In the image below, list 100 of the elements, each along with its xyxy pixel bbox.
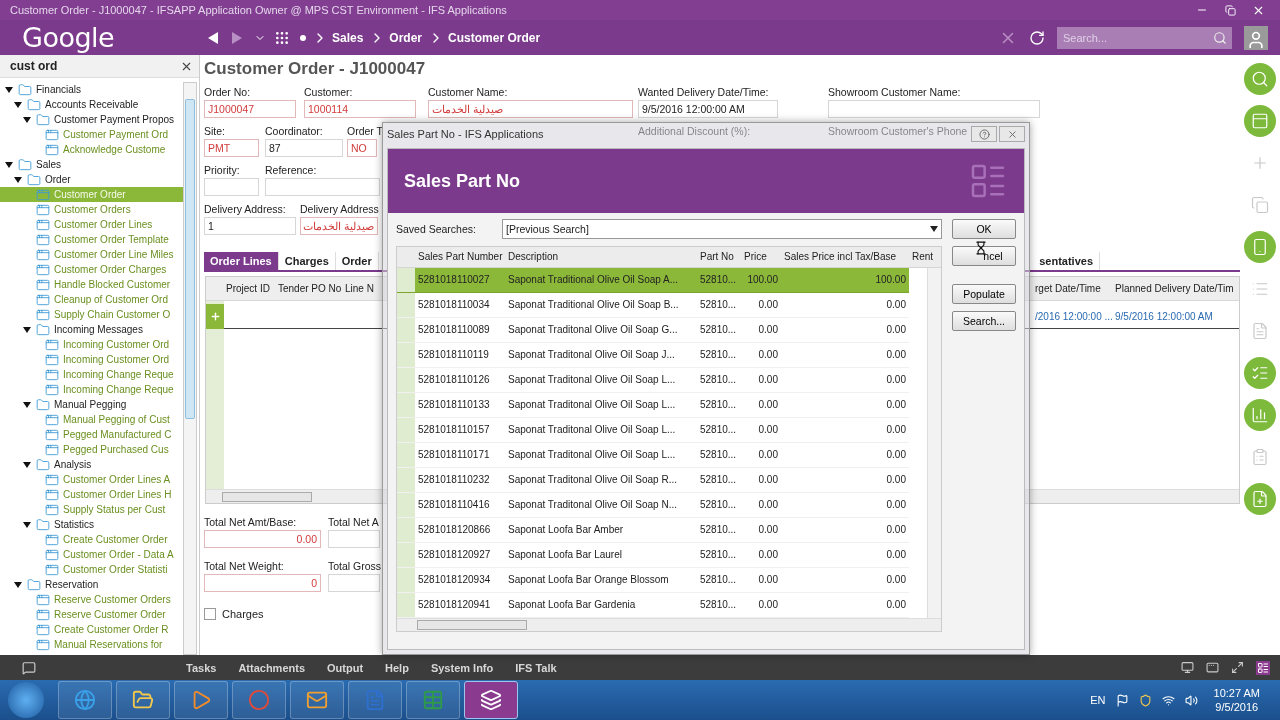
- table-row[interactable]: 5281018110027 Saponat Traditional Olive Oil Soap A... 52810... 100.00 100.00: [397, 267, 909, 293]
- tree-item[interactable]: Manual Pegging: [0, 397, 183, 412]
- expand-arrow-icon[interactable]: [22, 399, 32, 410]
- folder-icon[interactable]: [132, 689, 154, 711]
- table-row[interactable]: 5281018110171 Saponat Traditonal Olive Oil Soap L... 52810... 0.00 0.00: [397, 442, 909, 468]
- search-icon[interactable]: [1251, 70, 1269, 88]
- tree-item[interactable]: Handle Blocked Customer: [0, 277, 183, 292]
- toolbar-link[interactable]: Help: [385, 661, 409, 674]
- table-row[interactable]: 5281018110119 Saponat Traditonal Olive Oil Soap J... 52810... 0.00 0.00: [397, 342, 909, 368]
- toolbar-link[interactable]: IFS Talk: [515, 661, 557, 674]
- panel-icon[interactable]: [1251, 112, 1269, 130]
- expand-arrow-icon[interactable]: [13, 99, 23, 110]
- toolbar-button[interactable]: [1244, 231, 1276, 263]
- table-row[interactable]: 5281018120927 Saponat Loofa Bar Laurel 52810... 0.00 0.00: [397, 542, 909, 568]
- column-header[interactable]: Tender PO No: [276, 277, 343, 300]
- tree-item[interactable]: Customer Order - Data A: [0, 547, 183, 562]
- clock-time[interactable]: 10:27 AM: [1213, 687, 1260, 699]
- monitor-icon[interactable]: [1181, 661, 1194, 674]
- tree-item[interactable]: Cleanup of Customer Ord: [0, 292, 183, 307]
- tree-item[interactable]: Pegged Purchased Cus: [0, 442, 183, 457]
- tree-item[interactable]: Customer Order Template: [0, 232, 183, 247]
- column-header[interactable]: Sales Part Number: [415, 247, 505, 267]
- flag-icon[interactable]: [1115, 693, 1129, 707]
- tree-item[interactable]: Create Customer Order R: [0, 622, 183, 637]
- help-icon[interactable]: [978, 128, 990, 140]
- tree-item[interactable]: Supply Chain Customer O: [0, 307, 183, 322]
- chat-icon[interactable]: [22, 660, 36, 675]
- toolbar-button[interactable]: [1244, 483, 1276, 515]
- new-row-marker[interactable]: [206, 304, 224, 329]
- column-header[interactable]: Project ID: [224, 277, 276, 300]
- table-row[interactable]: 5281018110126 Saponat Traditonal Olive Oil Soap L... 52810... 0.00 0.00: [397, 367, 909, 393]
- tree-item[interactable]: Incoming Change Reque: [0, 382, 183, 397]
- text-field[interactable]: صيدلية الخدمات: [300, 217, 378, 235]
- navigator-search-text[interactable]: cust ord: [10, 59, 58, 73]
- expand-arrow-icon[interactable]: [4, 159, 14, 170]
- column-header[interactable]: Price: [741, 247, 781, 267]
- dropdown-caret-icon[interactable]: [930, 226, 938, 232]
- tree-item[interactable]: Customer Order Lines H: [0, 487, 183, 502]
- toolbar-button[interactable]: [1244, 357, 1276, 389]
- forward-icon[interactable]: [230, 30, 244, 45]
- window-icon[interactable]: [1206, 661, 1219, 674]
- column-header[interactable]: Sales Price incl Tax/Base: [781, 247, 909, 267]
- layers-icon[interactable]: [480, 689, 502, 711]
- saved-searches-dropdown[interactable]: [Previous Search]: [502, 219, 942, 239]
- tree-item[interactable]: Reserve Customer Orders: [0, 592, 183, 607]
- breadcrumb-link[interactable]: Customer Order: [448, 30, 541, 45]
- table-row[interactable]: 5281018120934 Saponat Loofa Bar Orange Blossom 52810... 0.00 0.00: [397, 567, 909, 593]
- vertical-scrollbar[interactable]: [927, 267, 941, 618]
- volume-icon[interactable]: [1184, 693, 1198, 707]
- dialog-button[interactable]: Search...: [952, 311, 1016, 331]
- tree-item[interactable]: Customer Order Charges: [0, 262, 183, 277]
- breadcrumb-link[interactable]: Sales: [332, 30, 364, 45]
- dialog-button[interactable]: OK: [952, 219, 1016, 239]
- device-icon[interactable]: [1251, 238, 1269, 256]
- toolbar-link[interactable]: Attachments: [238, 661, 305, 674]
- tree-item[interactable]: Customer Order Line Miles: [0, 247, 183, 262]
- column-header[interactable]: Rent: [909, 247, 939, 267]
- network-icon[interactable]: [1161, 693, 1175, 707]
- expand-arrow-icon[interactable]: [13, 579, 23, 590]
- tree-item[interactable]: Customer Payment Ord: [0, 127, 183, 142]
- text-field[interactable]: J1000047: [204, 100, 296, 118]
- table-row[interactable]: 5281018110089 Saponat Traditonal Olive Oil Soap G... 52810... 0.00 0.00: [397, 317, 909, 343]
- text-field[interactable]: 0: [204, 574, 321, 592]
- checkbox[interactable]: [204, 608, 216, 620]
- text-field[interactable]: [328, 574, 380, 592]
- text-field[interactable]: 9/5/2016 12:00:00 AM: [638, 100, 778, 118]
- tree-item[interactable]: Customer Order Lines: [0, 217, 183, 232]
- text-field[interactable]: 1: [204, 217, 296, 235]
- scrollbar[interactable]: [183, 82, 197, 655]
- tree-item[interactable]: Customer Payment Propos: [0, 112, 183, 127]
- avatar[interactable]: [1244, 25, 1268, 50]
- start-button[interactable]: [8, 682, 44, 718]
- expand-arrow-icon[interactable]: [4, 84, 14, 95]
- tree-item[interactable]: Incoming Customer Ord: [0, 352, 183, 367]
- toolbar-button[interactable]: [1244, 399, 1276, 431]
- search-icon[interactable]: [1213, 30, 1227, 45]
- expand-arrow-icon[interactable]: [13, 174, 23, 185]
- expand-arrow-icon[interactable]: [22, 324, 32, 335]
- expand-arrow-icon[interactable]: [22, 519, 32, 530]
- tree-item[interactable]: Customer Order Statisti: [0, 562, 183, 577]
- plus-icon[interactable]: [209, 311, 221, 322]
- text-field[interactable]: [204, 178, 259, 196]
- column-header[interactable]: Planned Delivery Date/Tim: [1113, 277, 1239, 300]
- breadcrumb-link[interactable]: Order: [389, 30, 423, 45]
- toolbar-button[interactable]: [1244, 105, 1276, 137]
- tree-item[interactable]: Pegged Manufactured C: [0, 427, 183, 442]
- toolbar-link[interactable]: Tasks: [186, 661, 217, 674]
- tree-item[interactable]: Create Customer Order: [0, 532, 183, 547]
- tree-item[interactable]: Financials: [0, 82, 183, 97]
- text-field[interactable]: NO: [347, 139, 377, 157]
- tree-item[interactable]: Supply Status per Cust: [0, 502, 183, 517]
- fullscreen-icon[interactable]: [1231, 661, 1244, 674]
- toolbar-button[interactable]: [1244, 63, 1276, 95]
- tree-item[interactable]: Incoming Change Reque: [0, 367, 183, 382]
- tree-item[interactable]: Customer Order Lines A: [0, 472, 183, 487]
- add-file-icon[interactable]: [1251, 490, 1269, 508]
- bar-chart-icon[interactable]: [1251, 406, 1269, 424]
- mail-icon[interactable]: [306, 689, 328, 711]
- text-field[interactable]: [265, 178, 380, 196]
- table-row[interactable]: 5281018110133 Saponat Traditonal Olive Oil Soap L... 52810... 0.00 0.00: [397, 392, 909, 418]
